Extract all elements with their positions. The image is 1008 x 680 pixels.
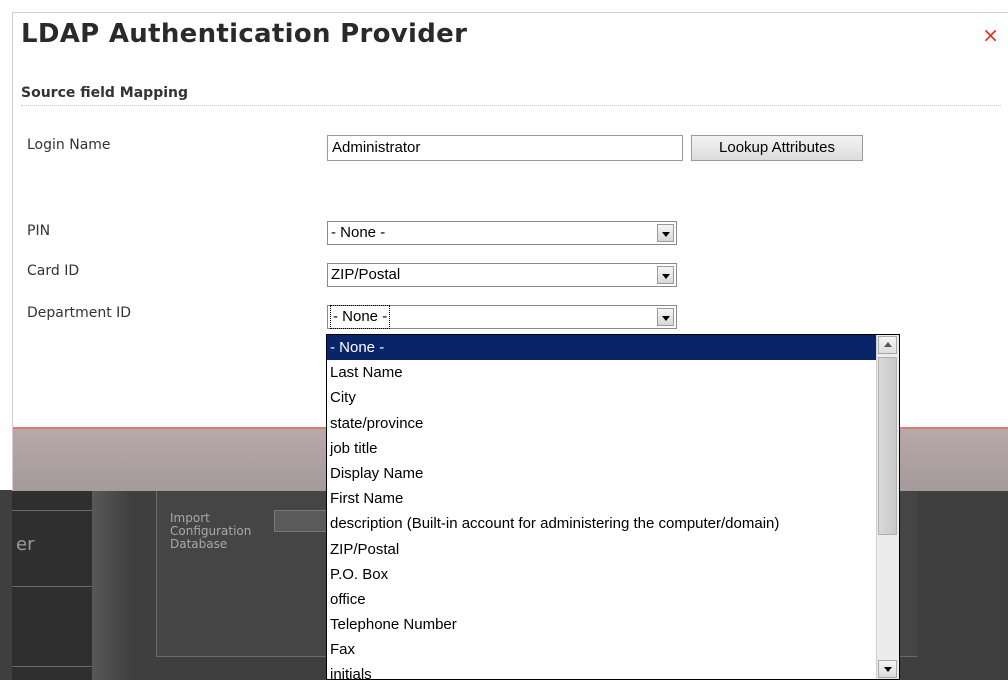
background-wedge	[92, 490, 132, 680]
dropdown-scrollbar[interactable]	[876, 335, 899, 679]
close-icon[interactable]: ×	[982, 23, 999, 47]
chevron-down-icon[interactable]	[657, 266, 674, 284]
background-left-panel	[12, 490, 93, 680]
dropdown-option[interactable]: description (Built-in account for admini…	[327, 511, 899, 536]
dropdown-option[interactable]: - None -	[327, 335, 899, 361]
scroll-down-icon[interactable]	[878, 660, 897, 678]
dropdown-option[interactable]: ZIP/Postal	[327, 537, 899, 562]
dialog-title: LDAP Authentication Provider	[21, 19, 468, 49]
department-id-dropdown-list[interactable]: - None - Last Name City state/province job t…	[326, 334, 900, 680]
dropdown-option[interactable]: job title	[327, 436, 899, 461]
pin-label: PIN	[27, 223, 51, 239]
chevron-down-icon[interactable]	[657, 308, 674, 326]
department-id-label: Department ID	[27, 305, 132, 321]
scrollbar-thumb[interactable]	[878, 357, 897, 535]
background-side-text: er	[16, 534, 35, 555]
department-id-select[interactable]: - None -	[327, 305, 677, 329]
card-id-select[interactable]: ZIP/Postal	[327, 263, 677, 287]
import-configuration-label: Import Configuration Database	[170, 511, 252, 551]
scroll-up-icon[interactable]	[878, 336, 897, 354]
dropdown-options: - None - Last Name City state/province job t…	[327, 335, 899, 679]
section-title: Source field Mapping	[21, 85, 189, 101]
background-divider	[12, 666, 92, 667]
dropdown-option[interactable]: Last Name	[327, 360, 899, 385]
dropdown-option[interactable]: First Name	[327, 486, 899, 511]
department-id-select-value: - None -	[329, 305, 391, 329]
lookup-attributes-button[interactable]: Lookup Attributes	[691, 135, 863, 161]
login-name-label: Login Name	[27, 137, 111, 153]
dropdown-option[interactable]: City	[327, 385, 899, 410]
pin-select[interactable]: - None -	[327, 221, 677, 245]
section-divider	[21, 105, 1001, 106]
dropdown-option[interactable]: state/province	[327, 411, 899, 436]
background-divider	[12, 586, 92, 587]
card-id-label: Card ID	[27, 263, 80, 279]
dropdown-option[interactable]: initials	[327, 662, 899, 679]
dropdown-option[interactable]: Fax	[327, 637, 899, 662]
dropdown-option[interactable]: Telephone Number	[327, 612, 899, 637]
login-name-input[interactable]: Administrator	[327, 135, 683, 161]
chevron-down-icon[interactable]	[657, 224, 674, 242]
background-divider	[12, 510, 92, 511]
card-id-select-value: ZIP/Postal	[331, 266, 401, 283]
dropdown-option[interactable]: office	[327, 587, 899, 612]
dropdown-option[interactable]: Display Name	[327, 461, 899, 486]
pin-select-value: - None -	[331, 224, 386, 241]
dropdown-option[interactable]: P.O. Box	[327, 562, 899, 587]
